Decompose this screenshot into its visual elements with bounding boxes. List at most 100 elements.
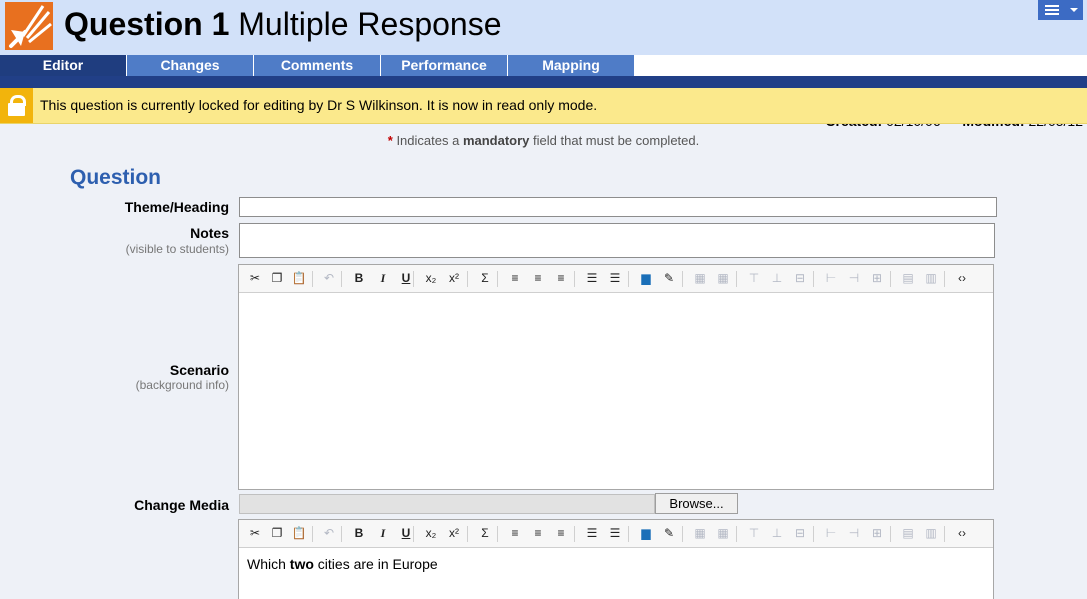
insert-col-after-icon[interactable]: ⊣ [844, 524, 864, 543]
edit-image-icon[interactable]: ✎ [659, 269, 679, 288]
sigma-icon[interactable]: Σ [475, 524, 495, 543]
tab-mapping[interactable]: Mapping [508, 55, 635, 76]
question-type: Multiple Response [238, 6, 502, 42]
toolbar-separator [341, 526, 342, 542]
image-icon[interactable]: ▆ [636, 524, 656, 543]
superscript-icon[interactable]: x² [444, 524, 464, 543]
section-title: Question [70, 166, 162, 189]
tab-bar: Editor Changes Comments Performance Mapp… [0, 55, 1087, 129]
copy-icon[interactable]: ❐ [267, 269, 287, 288]
stem-bold: two [289, 556, 314, 572]
browse-button[interactable]: Browse... [655, 493, 738, 514]
toolbar-separator [813, 526, 814, 542]
page-title: Question 1 Multiple Response [64, 5, 502, 43]
toolbar-separator [682, 271, 683, 287]
tab-changes[interactable]: Changes [127, 55, 254, 76]
merge-cells-icon[interactable]: ▤ [898, 269, 918, 288]
italic-icon[interactable]: I [373, 524, 393, 543]
chevron-down-icon [1070, 8, 1078, 12]
copy-icon[interactable]: ❐ [267, 524, 287, 543]
insert-row-before-icon[interactable]: ⊤ [744, 524, 764, 543]
subscript-icon[interactable]: x₂ [421, 269, 441, 288]
cut-icon[interactable]: ✂ [245, 524, 265, 543]
delete-row-icon[interactable]: ⊟ [790, 269, 810, 288]
toolbar-separator [944, 526, 945, 542]
toolbar-separator [497, 526, 498, 542]
toolbar-separator [736, 271, 737, 287]
notes-sublabel: (visible to students) [125, 242, 229, 256]
unordered-list-icon[interactable]: ☰ [605, 524, 625, 543]
media-file-field[interactable] [239, 494, 655, 514]
question-stem-text[interactable]: Which two cities are in Europe [247, 556, 438, 572]
insert-row-before-icon[interactable]: ⊤ [744, 269, 764, 288]
delete-row-icon[interactable]: ⊟ [790, 524, 810, 543]
notes-textarea[interactable] [239, 223, 995, 258]
align-left-icon[interactable]: ≡ [505, 269, 525, 288]
split-cells-icon[interactable]: ▥ [921, 269, 941, 288]
theme-input[interactable] [239, 197, 997, 217]
table-props-icon[interactable]: ▦ [713, 524, 733, 543]
insert-col-before-icon[interactable]: ⊢ [821, 269, 841, 288]
toolbar-separator [736, 526, 737, 542]
align-center-icon[interactable]: ≡ [528, 524, 548, 543]
menu-button[interactable] [1038, 0, 1083, 20]
scenario-toolbar: ✂ ❐ 📋 ↶ B I Ux₂ x² Σ ≡ ≡ ≡ ☰ ☰ ▆ ✎ ▦ ▦ ⊤ ⊥ ⊟ ⊢ ⊣ ⊞ ▤ ▥ ‹› [239, 265, 993, 293]
insert-col-after-icon[interactable]: ⊣ [844, 269, 864, 288]
notes-label: Notes [190, 225, 229, 241]
app-header: Question 1 Multiple Response [0, 0, 1087, 55]
split-cells-icon[interactable]: ▥ [921, 524, 941, 543]
insert-row-after-icon[interactable]: ⊥ [767, 269, 787, 288]
media-label: Change Media [134, 497, 229, 513]
unordered-list-icon[interactable]: ☰ [605, 269, 625, 288]
insert-col-before-icon[interactable]: ⊢ [821, 524, 841, 543]
subscript-icon[interactable]: x₂ [421, 524, 441, 543]
align-left-icon[interactable]: ≡ [505, 524, 525, 543]
mandatory-prefix: Indicates a [396, 133, 460, 148]
toolbar-separator [312, 271, 313, 287]
mandatory-suffix: field that must be completed. [533, 133, 700, 148]
header-stripe [0, 76, 1087, 88]
bold-icon[interactable]: B [349, 524, 369, 543]
ordered-list-icon[interactable]: ☰ [582, 269, 602, 288]
html-source-icon[interactable]: ‹› [952, 524, 972, 543]
scenario-editor-body[interactable] [239, 293, 993, 489]
mandatory-note: * Indicates a mandatory field that must … [0, 133, 1087, 148]
undo-icon[interactable]: ↶ [319, 524, 339, 543]
toolbar-separator [890, 526, 891, 542]
insert-row-after-icon[interactable]: ⊥ [767, 524, 787, 543]
sigma-icon[interactable]: Σ [475, 269, 495, 288]
edit-image-icon[interactable]: ✎ [659, 524, 679, 543]
touchstone-logo [5, 2, 53, 50]
superscript-icon[interactable]: x² [444, 269, 464, 288]
align-right-icon[interactable]: ≡ [551, 524, 571, 543]
tab-editor[interactable]: Editor [0, 55, 127, 76]
padlock-icon [0, 88, 33, 123]
undo-icon[interactable]: ↶ [319, 269, 339, 288]
paste-icon[interactable]: 📋 [289, 524, 309, 543]
image-icon[interactable]: ▆ [636, 269, 656, 288]
tab-comments[interactable]: Comments [254, 55, 381, 76]
question-stem-editor: ✂ ❐ 📋 ↶ B I Ux₂ x² Σ ≡ ≡ ≡ ☰ ☰ ▆ ✎ ▦ ▦ ⊤ ⊥ ⊟ ⊢ ⊣ ⊞ ▤ ▥ ‹› Which tw… [238, 519, 994, 599]
stem-before: Which [247, 556, 286, 572]
ordered-list-icon[interactable]: ☰ [582, 524, 602, 543]
table-props-icon[interactable]: ▦ [713, 269, 733, 288]
bold-icon[interactable]: B [349, 269, 369, 288]
toolbar-separator [682, 526, 683, 542]
toolbar-separator [413, 526, 414, 542]
align-center-icon[interactable]: ≡ [528, 269, 548, 288]
align-right-icon[interactable]: ≡ [551, 269, 571, 288]
merge-cells-icon[interactable]: ▤ [898, 524, 918, 543]
toolbar-separator [341, 271, 342, 287]
tab-performance[interactable]: Performance [381, 55, 508, 76]
toolbar-separator [628, 526, 629, 542]
html-source-icon[interactable]: ‹› [952, 269, 972, 288]
table-icon[interactable]: ▦ [690, 524, 710, 543]
delete-col-icon[interactable]: ⊞ [867, 269, 887, 288]
italic-icon[interactable]: I [373, 269, 393, 288]
cut-icon[interactable]: ✂ [245, 269, 265, 288]
delete-col-icon[interactable]: ⊞ [867, 524, 887, 543]
table-icon[interactable]: ▦ [690, 269, 710, 288]
paste-icon[interactable]: 📋 [289, 269, 309, 288]
lock-notice-text: This question is currently locked for ed… [40, 97, 598, 113]
question-number: Question 1 [64, 6, 230, 42]
